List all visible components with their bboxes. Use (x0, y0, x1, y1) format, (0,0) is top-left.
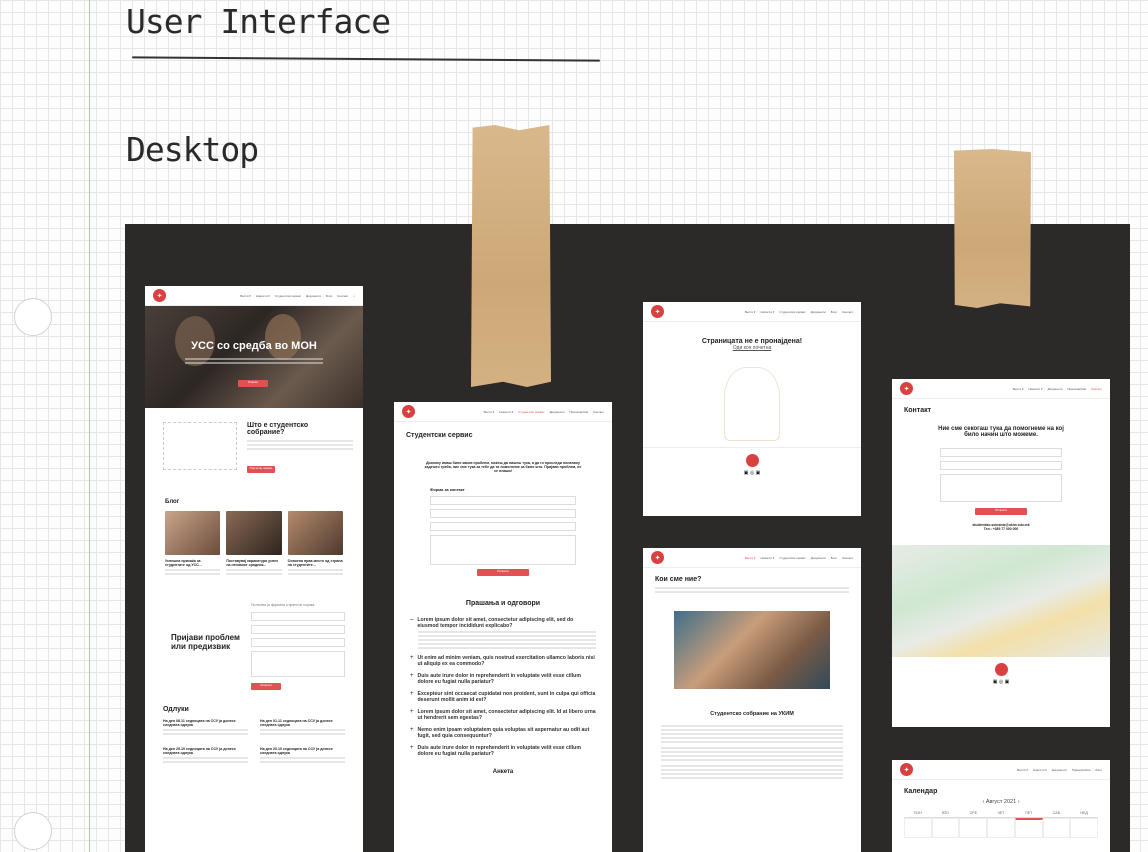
section-subtitle: Desktop (126, 130, 259, 169)
calendar-page-mockup: ✦ Вести ▾ Новости ▾ Документи Прашофобия… (892, 760, 1110, 852)
blog-card[interactable]: Успешна прихаќа за студентите од УСС... (165, 511, 221, 577)
decisions-title: Одлуки (163, 705, 189, 713)
notebook-margin-line (89, 0, 90, 852)
about-title: Кои сме ние? (655, 576, 702, 583)
faq-list: – Lorem ipsum dolor sit amet, consectetur… (394, 617, 612, 757)
faq-title: Прашања и одговори (465, 600, 541, 607)
social-icons[interactable]: ▣ ◎ ▣ (643, 470, 861, 476)
footer: ▣ ◎ ▣ (643, 447, 861, 476)
contact-tagline: Ние сме секогаш тука да помогнеме на кој… (938, 426, 1064, 438)
footer-logo-icon (994, 663, 1008, 676)
search-icon[interactable]: ⌕ (353, 294, 355, 298)
faq-item[interactable]: + Ut enim ad minim veniam, quis nostrud e… (410, 655, 596, 667)
blog-card[interactable]: Поставувај карикатура успех на неговиот … (226, 511, 282, 577)
calendar-title: Календар (904, 788, 938, 795)
masking-tape (471, 125, 551, 387)
notfound-page-mockup: ✦ Вести ▾ Новости ▾ Студентски сервис До… (643, 302, 861, 516)
calendar-grid[interactable] (904, 818, 1098, 838)
logo-icon[interactable]: ✦ (651, 305, 664, 318)
nav-link[interactable]: Новости ▾ (256, 294, 270, 298)
section-title: Студентско собрание на УКИМ (710, 711, 794, 717)
footer: ▣ ◎ ▣ (892, 657, 1110, 685)
footer-logo-icon (745, 454, 759, 467)
home-page-mockup: ✦ Вести ▾ Новости ▾ Студентски сервис До… (145, 286, 363, 852)
decision-item[interactable]: На ден 08.11 седницата на ССУ ја донесе … (163, 719, 248, 737)
name-field[interactable] (940, 448, 1062, 457)
about-page-mockup: ✦ Вести ▾ Новости ▾ Студентски сервис До… (643, 548, 861, 852)
decision-item[interactable]: На ден 25.10 седницата на ССУ ја донесе … (163, 747, 248, 765)
social-icons[interactable]: ▣ ◎ ▣ (892, 679, 1110, 685)
apply-title: Пријави проблем или предизвик (171, 633, 240, 651)
decision-item[interactable]: На ден 01.11 седницата на ССУ ја донесе … (260, 719, 345, 737)
hero-title: УСС со средба во МОН (191, 340, 317, 352)
decision-item[interactable]: На ден 20.10 седницата на ССУ ја донесе … (260, 747, 345, 765)
notfound-title: Страницата не е пронајдена! (701, 338, 803, 345)
blog-posts: Успешна прихаќа за студентите од УСС... … (145, 511, 363, 577)
contact-phone: Тел.: +389 77 000 000 (983, 527, 1019, 531)
name-field[interactable] (430, 496, 576, 505)
faq-item[interactable]: + Duis aute irure dolor in reprehenderit … (410, 745, 596, 757)
message-field[interactable] (940, 474, 1062, 502)
email-field[interactable] (430, 509, 576, 518)
binder-hole (14, 812, 52, 850)
contact-submit-button[interactable]: Испрати (975, 508, 1027, 515)
blog-title: Блог (165, 499, 180, 505)
message-field[interactable] (430, 535, 576, 565)
about-button[interactable]: Прочитај повеќе (247, 466, 275, 473)
logo-icon[interactable]: ✦ (900, 382, 913, 395)
logo-icon[interactable]: ✦ (402, 405, 415, 418)
nav-links: Вести ▾ Новости ▾ Студентски сервис Доку… (240, 294, 355, 298)
message-field[interactable] (251, 650, 345, 677)
contact-form: Испрати (892, 448, 1110, 515)
illustration (724, 367, 780, 441)
logo-icon[interactable]: ✦ (900, 763, 913, 776)
apply-button[interactable]: Испрати (251, 682, 281, 690)
faq-item[interactable]: + Excepteur sint occaecat cupidatat non p… (410, 691, 596, 703)
nav-link[interactable]: Блог (326, 294, 332, 298)
email-field[interactable] (940, 461, 1062, 470)
logo-icon[interactable]: ✦ (651, 551, 664, 564)
name-field[interactable] (251, 611, 345, 621)
mockup-board: ✦ Вести ▾ Новости ▾ Студентски сервис До… (125, 224, 1130, 852)
binder-hole (14, 298, 52, 336)
prev-month-icon[interactable]: ‹ (982, 799, 984, 805)
faq-item[interactable]: + Lorem ipsum dolor sit amet, consectetur… (410, 709, 596, 721)
logo-icon[interactable]: ✦ (153, 289, 166, 302)
contact-page-mockup: ✦ Вести ▾ Новости ▾ Документи Прашофобия… (892, 379, 1110, 727)
email-field[interactable] (251, 624, 345, 634)
team-photo (674, 611, 830, 689)
service-page-mockup: ✦ Вести ▾ Новости ▾ Студентски сервис До… (394, 402, 612, 852)
poll-title: Анкета (492, 769, 514, 775)
nav-link[interactable]: Вести ▾ (240, 294, 251, 298)
home-link[interactable]: Оди кон почетна (643, 345, 861, 351)
contact-title: Контакт (904, 407, 932, 414)
hero-button[interactable]: Повеќе (238, 380, 268, 387)
title-underline (131, 56, 601, 62)
hero-banner: УСС со средба во МОН Повеќе (145, 306, 363, 408)
home-nav: ✦ Вести ▾ Новости ▾ Студентски сервис До… (145, 286, 363, 306)
next-month-icon[interactable]: › (1018, 799, 1020, 805)
contact-form: Испрати (394, 496, 612, 576)
page-title: User Interface (126, 2, 391, 41)
nav-link[interactable]: Контакт (338, 294, 349, 298)
submit-button[interactable]: Испрати (477, 569, 529, 576)
calendar-weekdays: ПОН ВТО СРЕ ЧЕТ ПЕТ САБ НЕД (904, 811, 1098, 818)
map[interactable] (892, 545, 1110, 657)
nav-link[interactable]: Студентски сервис (275, 294, 301, 298)
blog-card[interactable]: Освоена прва место од страна на студенти… (287, 511, 343, 577)
masking-tape (954, 149, 1031, 308)
service-title: Студентски сервис (406, 432, 473, 439)
nav-link[interactable]: Документи (306, 294, 321, 298)
faq-item[interactable]: + Duis aute irure dolor in reprehenderit … (410, 673, 596, 685)
decisions-list: На ден 08.11 седницата на ССУ ја донесе … (145, 719, 363, 765)
category-select[interactable] (430, 522, 576, 531)
about-title: Што е студентско собрание? (247, 422, 309, 436)
category-select[interactable] (251, 637, 345, 647)
calendar-month: ‹ Август 2021 › (982, 799, 1020, 805)
faq-item[interactable]: + Nemo enim ipsam voluptatem quia volupta… (410, 727, 596, 739)
faq-item[interactable]: – Lorem ipsum dolor sit amet, consectetur… (410, 617, 596, 629)
illustration (163, 422, 237, 470)
